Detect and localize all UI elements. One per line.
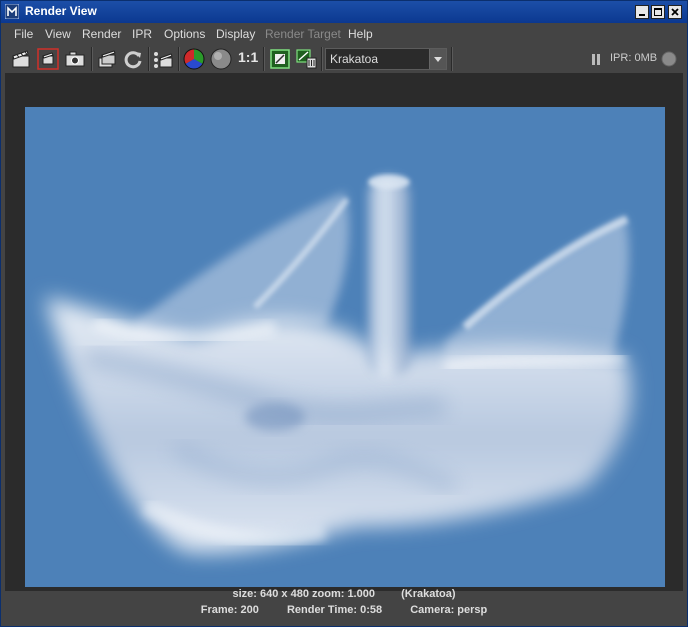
ipr-render-button[interactable] (152, 48, 174, 70)
renderer-select-value: Krakatoa (330, 52, 379, 66)
close-button[interactable] (668, 5, 682, 19)
keep-image-icon (270, 49, 290, 69)
renderer-select-toggle[interactable] (429, 49, 446, 69)
menu-render[interactable]: Render (82, 27, 121, 41)
snapshot-button[interactable] (64, 48, 86, 70)
image-size-zoom: size: 640 x 480 zoom: 1.000 (232, 588, 375, 600)
toolbar-separator (451, 47, 453, 71)
alpha-channel-icon (210, 48, 232, 70)
redo-previous-render-button[interactable] (10, 48, 32, 70)
clapper-stack-icon (98, 50, 116, 68)
renderer-name: (Krakatoa) (401, 588, 456, 600)
render-time: Render Time: 0:58 (286, 604, 383, 616)
menu-view[interactable]: View (45, 27, 71, 41)
remove-image-icon (296, 49, 317, 69)
maximize-icon (654, 8, 662, 16)
render-region-button[interactable] (37, 48, 59, 70)
refresh-icon (124, 51, 142, 69)
ipr-clapper-icon (154, 52, 173, 68)
pause-ipr-button[interactable] (589, 48, 603, 70)
minimize-button[interactable] (635, 5, 649, 19)
render-sequence-button[interactable] (96, 48, 118, 70)
menu-bar: File View Render IPR Options Display Ren… (1, 23, 687, 45)
remove-image-button[interactable] (296, 48, 318, 70)
maximize-button[interactable] (651, 5, 665, 19)
keep-image-button[interactable] (269, 48, 291, 70)
toolbar-separator (321, 47, 323, 71)
menu-file[interactable]: File (14, 27, 33, 41)
toolbar: 1:1 Krakatoa (1, 45, 687, 73)
display-alpha-channel-button[interactable] (210, 48, 232, 70)
render-info-line-1: size: 640 x 480 zoom: 1.000 (Krakatoa) (1, 588, 687, 600)
rendered-particle-image (25, 107, 665, 587)
clapper-icon (12, 50, 30, 68)
rgb-channels-icon (183, 48, 205, 70)
ipr-memory-status: IPR: 0MB (610, 52, 658, 64)
renderer-select[interactable]: Krakatoa (325, 48, 447, 70)
render-region-icon (37, 48, 59, 70)
toolbar-separator (148, 47, 150, 71)
pause-icon (592, 54, 600, 65)
refresh-button[interactable] (122, 48, 144, 70)
render-view-area (5, 73, 683, 591)
rendered-image[interactable] (25, 107, 665, 587)
window-title: Render View (25, 4, 97, 18)
toolbar-separator (178, 47, 180, 71)
chevron-down-icon (434, 57, 442, 62)
toolbar-separator (263, 47, 265, 71)
real-size-button[interactable]: 1:1 (238, 49, 258, 65)
menu-display[interactable]: Display (216, 27, 255, 41)
render-view-window: Render View File View Render IPR Options… (0, 0, 688, 627)
menu-help[interactable]: Help (348, 27, 373, 41)
ipr-indicator (660, 48, 678, 70)
menu-ipr[interactable]: IPR (132, 27, 152, 41)
toolbar-separator (91, 47, 93, 71)
title-bar[interactable]: Render View (1, 1, 687, 23)
maya-app-icon (5, 4, 19, 19)
menu-options[interactable]: Options (164, 27, 205, 41)
render-info-line-2: Frame: 200 Render Time: 0:58 Camera: per… (1, 604, 687, 616)
menu-render-target[interactable]: Render Target (265, 27, 341, 41)
status-light-icon (661, 51, 677, 67)
camera-name: Camera: persp (410, 604, 488, 616)
close-icon (671, 8, 679, 16)
minimize-icon (639, 14, 645, 16)
display-rgb-channels-button[interactable] (183, 48, 205, 70)
camera-icon (65, 51, 85, 67)
frame-number: Frame: 200 (200, 604, 259, 616)
